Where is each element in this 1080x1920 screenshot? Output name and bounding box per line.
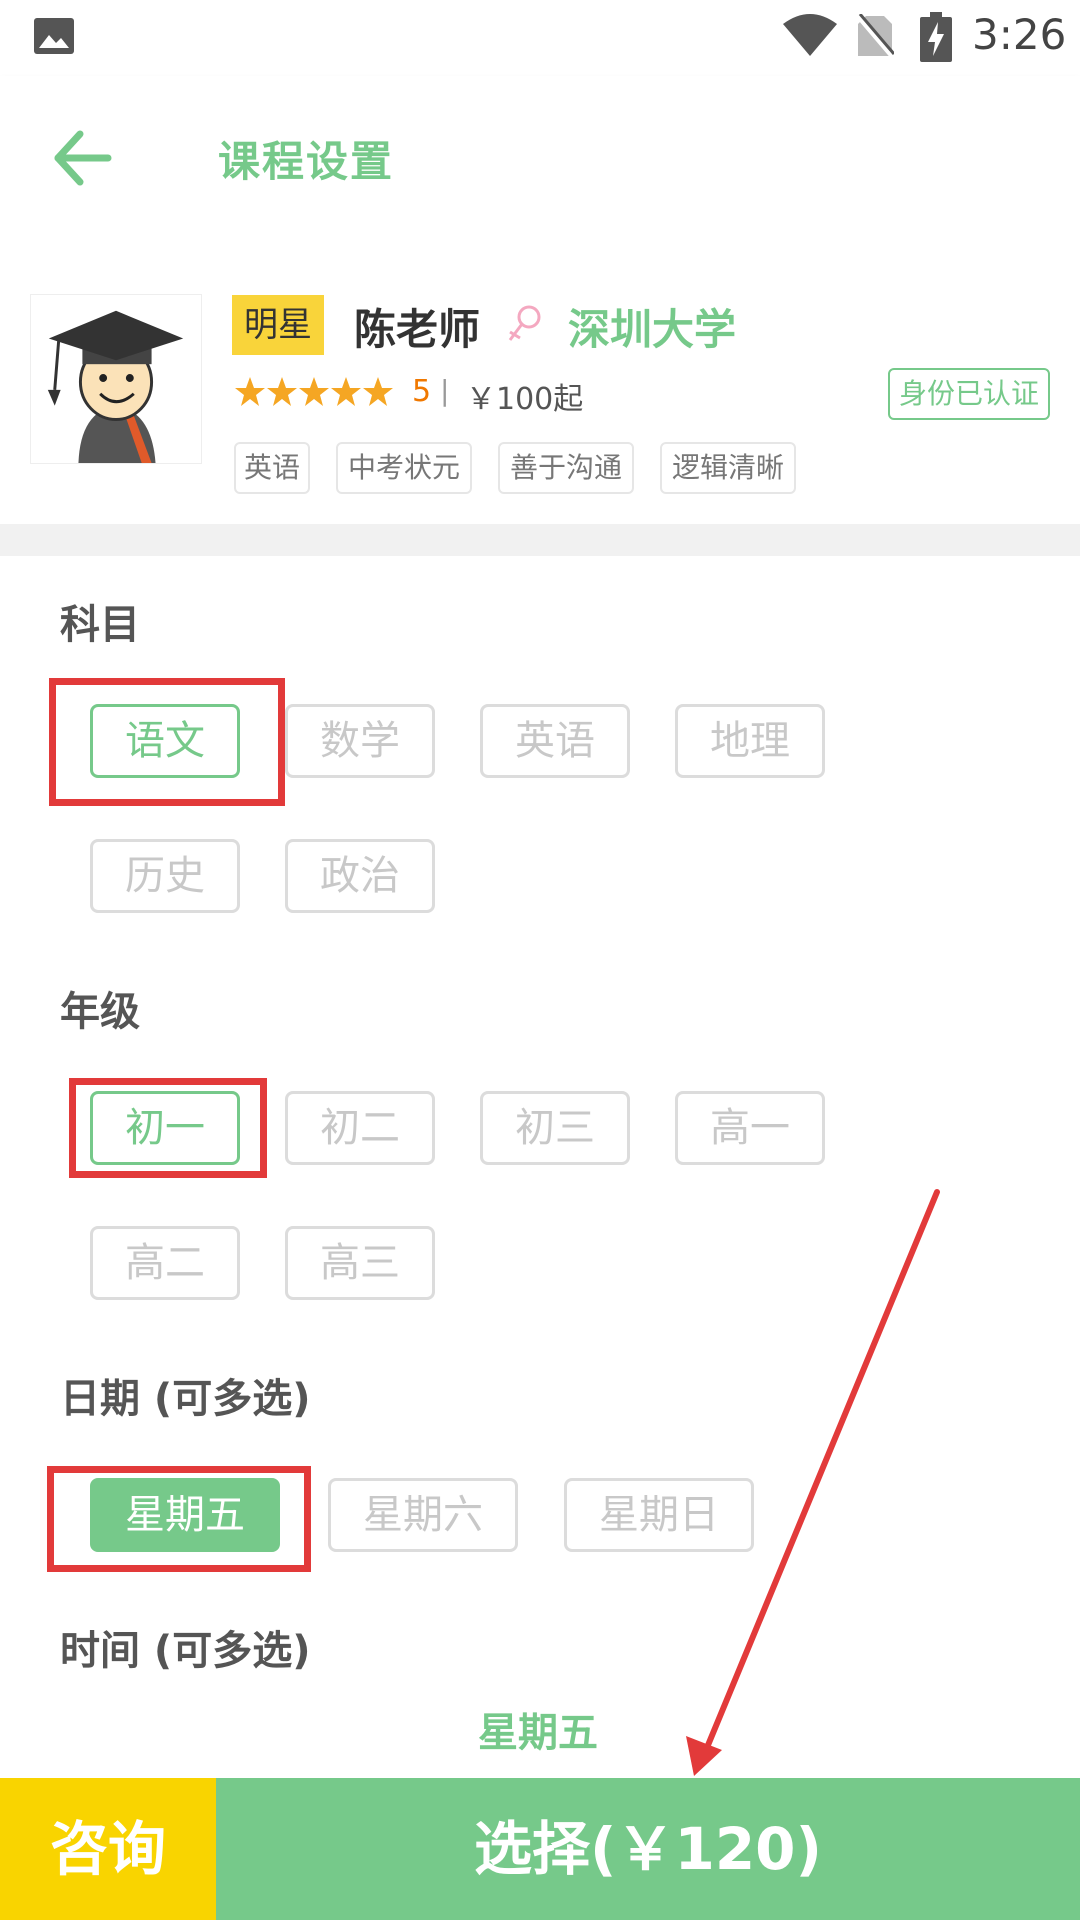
app-header: 课程设置 — [0, 76, 1080, 240]
subject-option-geography[interactable]: 地理 — [675, 704, 825, 778]
date-option-saturday[interactable]: 星期六 — [328, 1478, 518, 1552]
teacher-name: 陈老师 — [354, 305, 481, 354]
time-section-title: 时间 (可多选) — [60, 1628, 311, 1674]
page-title: 课程设置 — [218, 137, 395, 186]
grade-option-junior-2[interactable]: 初二 — [285, 1091, 435, 1165]
date-option-sunday[interactable]: 星期日 — [564, 1478, 754, 1552]
no-sim-icon — [856, 14, 894, 58]
subject-section-title: 科目 — [60, 602, 140, 648]
date-section-title: 日期 (可多选) — [60, 1376, 311, 1422]
battery-charging-icon — [920, 12, 952, 62]
grade-option-junior-3[interactable]: 初三 — [480, 1091, 630, 1165]
subject-option-history[interactable]: 历史 — [90, 839, 240, 913]
date-highlight-box — [47, 1466, 311, 1572]
gallery-icon — [34, 18, 74, 54]
section-divider — [0, 524, 1080, 556]
teacher-card[interactable]: 明星 陈老师 深圳大学 5 | ￥100起 身份已认证 英语 中考状元 善于沟通… — [0, 240, 1080, 524]
consult-button[interactable]: 咨询 — [0, 1778, 216, 1920]
rating-stars-icon — [235, 377, 393, 406]
rating-separator: | — [440, 374, 450, 407]
grade-highlight-box — [69, 1078, 267, 1178]
status-bar: 3:26 — [0, 0, 1080, 76]
teacher-tag: 逻辑清晰 — [660, 442, 796, 494]
grade-option-senior-1[interactable]: 高一 — [675, 1091, 825, 1165]
grade-option-senior-3[interactable]: 高三 — [285, 1226, 435, 1300]
teacher-tag: 中考状元 — [336, 442, 472, 494]
star-teacher-badge: 明星 — [232, 295, 324, 355]
subject-option-math[interactable]: 数学 — [285, 704, 435, 778]
teacher-tag: 善于沟通 — [498, 442, 634, 494]
select-button[interactable]: 选择(￥120) — [216, 1778, 1080, 1920]
status-time: 3:26 — [972, 10, 1067, 59]
subject-option-english[interactable]: 英语 — [480, 704, 630, 778]
back-arrow-icon[interactable] — [52, 128, 116, 188]
grade-option-senior-2[interactable]: 高二 — [90, 1226, 240, 1300]
teacher-tag: 英语 — [234, 442, 310, 494]
verified-badge: 身份已认证 — [888, 368, 1050, 420]
grade-section-title: 年级 — [60, 989, 140, 1035]
teacher-avatar — [30, 294, 202, 464]
subject-highlight-box — [49, 678, 285, 806]
university-name: 深圳大学 — [568, 305, 737, 354]
wifi-icon — [783, 14, 837, 56]
time-day-label: 星期五 — [478, 1710, 598, 1756]
price-from: ￥100起 — [466, 382, 584, 417]
female-icon — [508, 305, 541, 341]
subject-option-politics[interactable]: 政治 — [285, 839, 435, 913]
rating-value: 5 — [412, 374, 432, 409]
